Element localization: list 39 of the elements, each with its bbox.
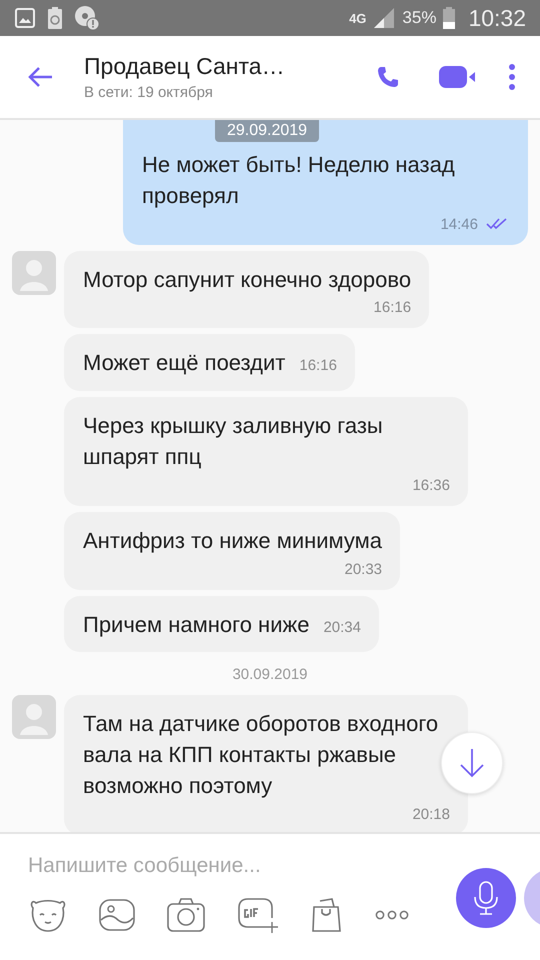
gallery-icon[interactable] bbox=[98, 898, 136, 932]
date-label: 30.09.2019 bbox=[232, 666, 308, 684]
battery-icon bbox=[442, 6, 456, 30]
message-text: Через крышку заливную газы шпарят ппц bbox=[83, 412, 384, 471]
battery-saver-icon bbox=[46, 6, 64, 30]
message-text: Может ещё поездит bbox=[83, 349, 286, 378]
network-type: 4G bbox=[349, 10, 366, 26]
message-text: Там на датчике оборотов входного вала на КПП контакты ржавые возможно поэтому bbox=[83, 710, 440, 800]
microphone-icon bbox=[472, 881, 500, 915]
sticker-icon[interactable] bbox=[28, 897, 68, 933]
scroll-down-button[interactable] bbox=[441, 732, 503, 794]
last-seen: В сети: 19 октября bbox=[84, 84, 214, 101]
back-arrow-icon bbox=[28, 66, 54, 88]
battery-percent: 35% bbox=[402, 8, 436, 28]
message-text: Не может быть! Неделю назад проверял bbox=[142, 151, 456, 210]
message-time: 20:34 bbox=[323, 618, 361, 638]
down-arrow-icon bbox=[459, 748, 485, 778]
disc-warning-icon bbox=[74, 5, 100, 31]
clock: 10:32 bbox=[468, 4, 526, 32]
shopping-bag-icon[interactable] bbox=[310, 897, 344, 933]
gif-icon[interactable] bbox=[236, 896, 280, 934]
camera-icon[interactable] bbox=[166, 897, 206, 933]
message-time: 14:46 bbox=[440, 214, 478, 235]
message-time: 16:16 bbox=[374, 298, 412, 318]
message-time: 20:18 bbox=[412, 804, 450, 825]
more-options-icon[interactable] bbox=[374, 909, 410, 921]
date-label: 29.09.2019 bbox=[215, 120, 320, 142]
more-icon bbox=[508, 64, 516, 90]
message-time: 16:16 bbox=[299, 356, 337, 376]
video-camera-icon bbox=[438, 65, 476, 89]
image-icon bbox=[14, 7, 36, 29]
message-text: Антифриз то ниже минимума bbox=[83, 526, 382, 555]
message-time: 20:33 bbox=[344, 560, 382, 580]
phone-icon bbox=[376, 65, 400, 89]
signal-icon bbox=[372, 7, 396, 29]
contact-name[interactable]: Продавец Санта… bbox=[84, 53, 370, 80]
message-time: 16:36 bbox=[412, 476, 450, 496]
message-text: Причем намного ниже bbox=[83, 610, 310, 639]
message-text: Мотор сапунит конечно здорово bbox=[83, 266, 412, 294]
